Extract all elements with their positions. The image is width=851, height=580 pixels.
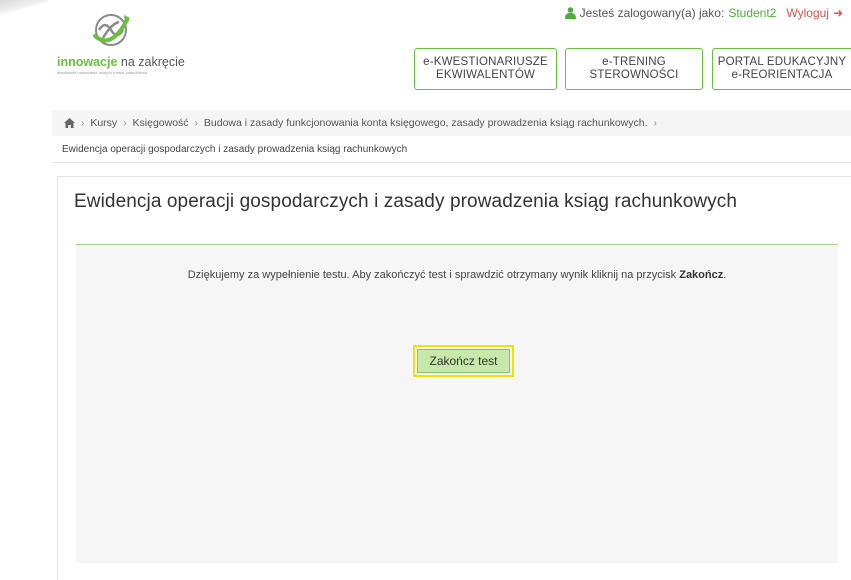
breadcrumb-item-budowa[interactable]: Budowa i zasady funkcjonowania konta ksi… <box>204 117 648 129</box>
breadcrumb-separator: › <box>81 117 85 129</box>
nav-label-line2: EKWIWALENTÓW <box>435 69 536 81</box>
user-bar: Jesteś zalogowany(a) jako: Student2 Wylo… <box>564 6 843 20</box>
logo-emblem-icon <box>93 14 130 46</box>
breadcrumb: › Kursy › Księgowość › Budowa i zasady f… <box>52 110 851 136</box>
user-icon <box>564 7 576 19</box>
nav-label-line2: e-REORIENTACJA <box>731 69 833 81</box>
nav-label-line1: PORTAL EDUKACYJNY <box>717 56 847 68</box>
nav-portal-edukacyjny[interactable]: PORTAL EDUKACYJNY e-REORIENTACJA <box>712 48 851 90</box>
logo-tagline: testowanie i wdrażanie nowych metod zatr… <box>57 70 148 75</box>
logout-link[interactable]: Wyloguj <box>786 6 829 20</box>
breadcrumb-current: Ewidencja operacji gospodarczych i zasad… <box>52 137 851 163</box>
username-link[interactable]: Student2 <box>728 6 776 20</box>
nav-label-line2: STEROWNOŚCI <box>589 69 679 81</box>
nav-e-kwestionariusze[interactable]: e-KWESTIONARIUSZE EKWIWALENTÓW <box>414 48 557 90</box>
nav-label-line1: e-KWESTIONARIUSZE <box>423 56 548 68</box>
logo-brand-rest: na zakręcie <box>117 55 185 69</box>
page-title: Ewidencja operacji gospodarczych i zasad… <box>74 191 738 212</box>
nav-label-line1: e-TRENING <box>602 56 666 68</box>
message-bold: Zakończ <box>679 269 724 281</box>
message-end: . <box>723 269 727 281</box>
site-logo[interactable]: innowacje na zakręcie testowanie i wdraż… <box>57 10 197 75</box>
nav-e-trening[interactable]: e-TRENING STEROWNOŚCI <box>565 48 703 90</box>
thank-you-message: Dziękujemy za wypełnienie testu. Aby zak… <box>76 269 838 281</box>
breadcrumb-item-ksiegowosc[interactable]: Księgowość <box>133 117 189 129</box>
logo-text: innowacje na zakręcie <box>57 55 185 69</box>
logo-brand-bold: innowacje <box>57 55 118 69</box>
corner-decoration <box>0 0 48 14</box>
finish-button-highlight: Zakończ test <box>413 345 514 377</box>
breadcrumb-separator: › <box>123 117 127 129</box>
sign-out-icon[interactable]: ➜ <box>833 6 843 20</box>
logged-as-label: Jesteś zalogowany(a) jako: <box>579 6 725 20</box>
message-text: Dziękujemy za wypełnienie testu. Aby zak… <box>187 269 680 281</box>
home-icon[interactable] <box>64 118 75 128</box>
breadcrumb-separator: › <box>653 117 657 129</box>
main-panel: Ewidencja operacji gospodarczych i zasad… <box>57 176 851 580</box>
breadcrumb-separator: › <box>194 117 198 129</box>
breadcrumb-item-kursy[interactable]: Kursy <box>90 117 117 129</box>
finish-test-button[interactable]: Zakończ test <box>417 349 510 373</box>
quiz-finish-box: Dziękujemy za wypełnienie testu. Aby zak… <box>76 244 838 563</box>
